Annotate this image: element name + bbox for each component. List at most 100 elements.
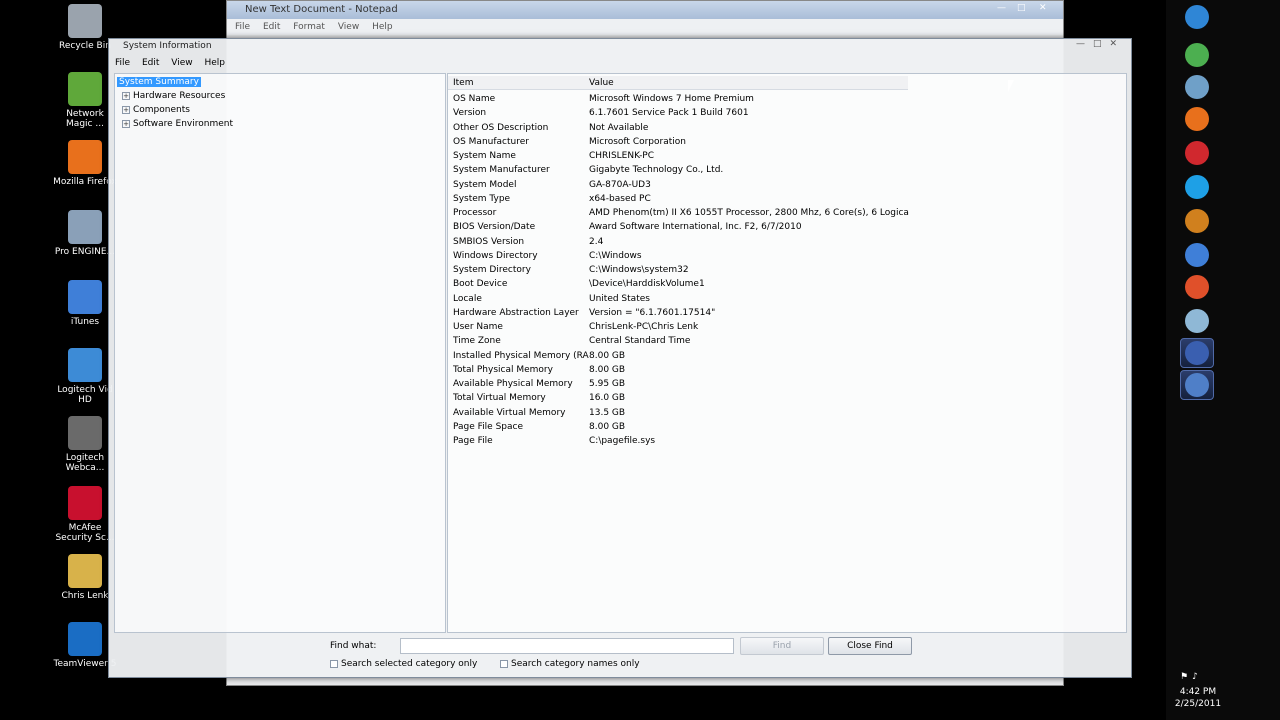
checkbox-label: Search selected category only bbox=[341, 659, 478, 669]
system-information-window[interactable]: System Information —□✕ File Edit View He… bbox=[108, 38, 1132, 678]
mouse-cursor-icon bbox=[1008, 80, 1014, 92]
column-header-value[interactable]: Value bbox=[589, 76, 614, 90]
chrome-icon bbox=[1185, 43, 1209, 67]
taskbar-button-skype[interactable] bbox=[1180, 172, 1214, 202]
notepad-menu-help[interactable]: Help bbox=[372, 22, 393, 32]
row-item: BIOS Version/Date bbox=[453, 222, 536, 233]
row-item: Total Virtual Memory bbox=[453, 393, 546, 404]
row-value: 8.00 GB bbox=[589, 421, 626, 432]
notepad-menu-file[interactable]: File bbox=[235, 22, 250, 32]
close-icon[interactable]: ✕ bbox=[1109, 39, 1125, 49]
row-value: 2.4 bbox=[589, 236, 604, 247]
row-value: 8.00 GB bbox=[589, 350, 626, 361]
start-orb-icon bbox=[1185, 5, 1209, 29]
app-red-icon bbox=[1185, 141, 1209, 165]
notepad-menu-edit[interactable]: Edit bbox=[263, 22, 280, 32]
row-item: System Name bbox=[453, 151, 516, 161]
taskbar-button-chrome[interactable] bbox=[1180, 40, 1214, 70]
column-header-item[interactable]: Item bbox=[453, 76, 474, 90]
taskbar-button-app-orange[interactable] bbox=[1180, 272, 1214, 302]
tree-item-label: Components bbox=[133, 105, 190, 115]
row-value: 6.1.7601 Service Pack 1 Build 7601 bbox=[589, 108, 749, 119]
taskbar-button-notepad[interactable] bbox=[1180, 370, 1214, 400]
menu-view[interactable]: View bbox=[171, 58, 192, 68]
row-value: Microsoft Corporation bbox=[589, 136, 686, 147]
notepad-menu-format[interactable]: Format bbox=[293, 22, 325, 32]
tree-item-system-summary[interactable]: System Summary bbox=[117, 76, 201, 88]
app-icon bbox=[68, 210, 102, 244]
app-icon bbox=[68, 72, 102, 106]
app-icon bbox=[68, 4, 102, 38]
taskbar-button-firefox[interactable] bbox=[1180, 104, 1214, 134]
menu-file[interactable]: File bbox=[115, 58, 130, 68]
row-item: Boot Device bbox=[453, 279, 508, 290]
row-value: 8.00 GB bbox=[589, 364, 626, 375]
checkbox-box[interactable] bbox=[330, 660, 338, 668]
row-item: Available Virtual Memory bbox=[453, 407, 566, 418]
row-value: United States bbox=[589, 293, 650, 304]
minimize-icon[interactable]: — bbox=[1076, 39, 1093, 49]
flag-icon[interactable]: ⚑ bbox=[1180, 672, 1192, 682]
taskbar-button-media[interactable] bbox=[1180, 206, 1214, 236]
minimize-icon[interactable]: — bbox=[997, 3, 1006, 13]
expand-icon[interactable]: + bbox=[122, 91, 130, 100]
taskbar-button-start-orb[interactable] bbox=[1180, 2, 1214, 32]
row-item: Available Physical Memory bbox=[453, 379, 573, 389]
clock-date: 2/25/2011 bbox=[1174, 699, 1222, 709]
taskbar-button-network[interactable] bbox=[1180, 72, 1214, 102]
taskbar-button-folder[interactable] bbox=[1180, 306, 1214, 336]
row-value: Gigabyte Technology Co., Ltd. bbox=[589, 165, 724, 176]
row-item: System Manufacturer bbox=[453, 165, 550, 176]
window-title: System Information bbox=[123, 41, 212, 51]
find-button[interactable]: Find bbox=[740, 637, 824, 655]
row-item: System Model bbox=[453, 179, 517, 190]
menu-edit[interactable]: Edit bbox=[142, 58, 159, 68]
find-bar: Find what: Find Close Find Search select… bbox=[114, 637, 1128, 673]
volume-icon[interactable]: ♪ bbox=[1192, 672, 1202, 682]
row-item: System Directory bbox=[453, 265, 531, 275]
close-find-button[interactable]: Close Find bbox=[828, 637, 912, 655]
row-value: AMD Phenom(tm) II X6 1055T Processor, 28… bbox=[589, 208, 909, 218]
row-item: Locale bbox=[453, 293, 482, 304]
taskbar-button-itunes[interactable] bbox=[1180, 240, 1214, 270]
details-pane[interactable]: Item Value OS Name Microsoft Windows 7 Ho… bbox=[447, 73, 1127, 633]
taskbar-button-system-information[interactable] bbox=[1180, 338, 1214, 368]
search-category-names-checkbox[interactable]: Search category names only bbox=[500, 659, 640, 669]
notepad-menu-view[interactable]: View bbox=[338, 22, 359, 32]
row-item: Other OS Description bbox=[453, 122, 549, 133]
expand-icon[interactable]: + bbox=[122, 119, 130, 128]
app-icon bbox=[68, 554, 102, 588]
row-item: Version bbox=[453, 108, 487, 119]
window-controls: —□✕ bbox=[1076, 39, 1125, 49]
checkbox-box[interactable] bbox=[500, 660, 508, 668]
tree-item-software-environment[interactable]: + Software Environment bbox=[122, 118, 233, 130]
row-value: \Device\HarddiskVolume1 bbox=[589, 279, 705, 290]
row-value: Award Software International, Inc. F2, 6… bbox=[589, 222, 802, 233]
row-value: C:\Windows\system32 bbox=[589, 265, 689, 275]
search-selected-category-checkbox[interactable]: Search selected category only bbox=[330, 659, 477, 669]
clock[interactable]: 4:42 PM 2/25/2011 bbox=[1172, 686, 1224, 710]
expand-icon[interactable]: + bbox=[122, 105, 130, 114]
itunes-icon bbox=[1185, 243, 1209, 267]
find-input[interactable] bbox=[400, 638, 734, 654]
row-item: Total Physical Memory bbox=[453, 364, 553, 375]
tree-item-components[interactable]: + Components bbox=[122, 104, 190, 116]
row-value: Not Available bbox=[589, 122, 649, 133]
maximize-icon[interactable]: □ bbox=[1093, 39, 1110, 49]
tree-item-hardware-resources[interactable]: + Hardware Resources bbox=[122, 90, 225, 102]
taskbar-button-app-red[interactable] bbox=[1180, 138, 1214, 168]
tree-item-label: Software Environment bbox=[133, 119, 234, 129]
row-item: SMBIOS Version bbox=[453, 236, 525, 247]
category-tree[interactable]: System Summary + Hardware Resources + Comp… bbox=[114, 73, 446, 633]
row-item: Processor bbox=[453, 208, 497, 218]
row-item: Installed Physical Memory (RAM) bbox=[453, 350, 589, 361]
row-item: Hardware Abstraction Layer bbox=[453, 307, 579, 318]
firefox-icon bbox=[1185, 107, 1209, 131]
media-icon bbox=[1185, 209, 1209, 233]
maximize-icon[interactable]: □ bbox=[1017, 3, 1026, 13]
menu-help[interactable]: Help bbox=[204, 58, 225, 68]
row-value: GA-870A-UD3 bbox=[589, 179, 651, 190]
menubar: File Edit View Help bbox=[109, 55, 1131, 71]
close-icon[interactable]: ✕ bbox=[1039, 3, 1047, 13]
row-item: User Name bbox=[453, 322, 503, 332]
